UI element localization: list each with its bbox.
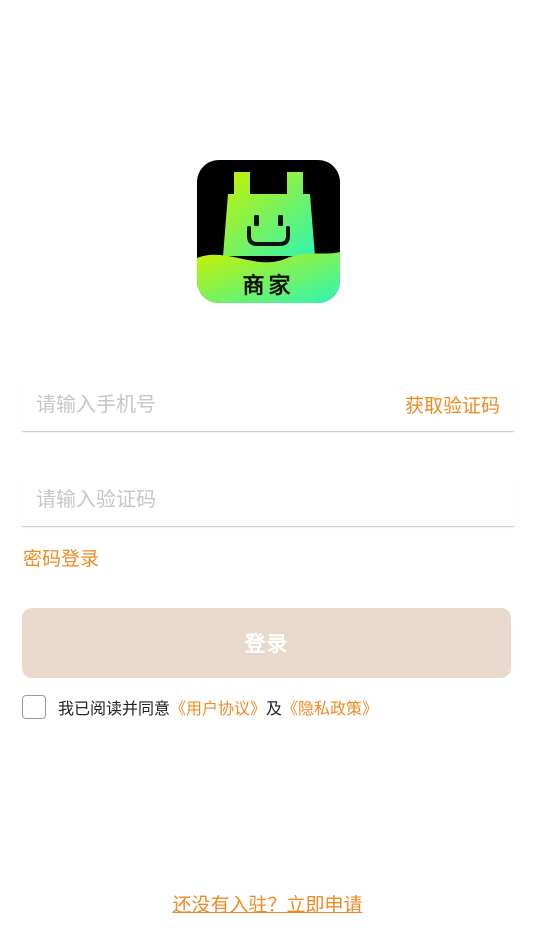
agreement-conjunction: 及 (266, 699, 283, 718)
agreement-prefix: 我已阅读并同意 (58, 699, 171, 718)
phone-field: 获取验证码 (22, 383, 514, 432)
privacy-policy-link[interactable]: 《隐私政策》 (282, 695, 378, 719)
logo-text: 商家 (242, 274, 295, 299)
agreement-row: 我已阅读并同意 《用户协议》 及 《隐私政策》 (22, 693, 378, 721)
login-button[interactable]: 登录 (22, 608, 511, 678)
user-agreement-link[interactable]: 《用户协议》 (170, 695, 266, 719)
get-verification-code-button[interactable]: 获取验证码 (405, 391, 500, 418)
agreement-checkbox[interactable] (22, 695, 46, 719)
app-logo: 商家 (197, 160, 340, 303)
code-field (22, 478, 514, 527)
phone-input[interactable] (36, 389, 376, 419)
verification-code-input[interactable] (36, 484, 376, 514)
password-login-link[interactable]: 密码登录 (23, 544, 99, 571)
apply-merchant-link[interactable]: 还没有入驻？立即申请 (0, 890, 535, 917)
